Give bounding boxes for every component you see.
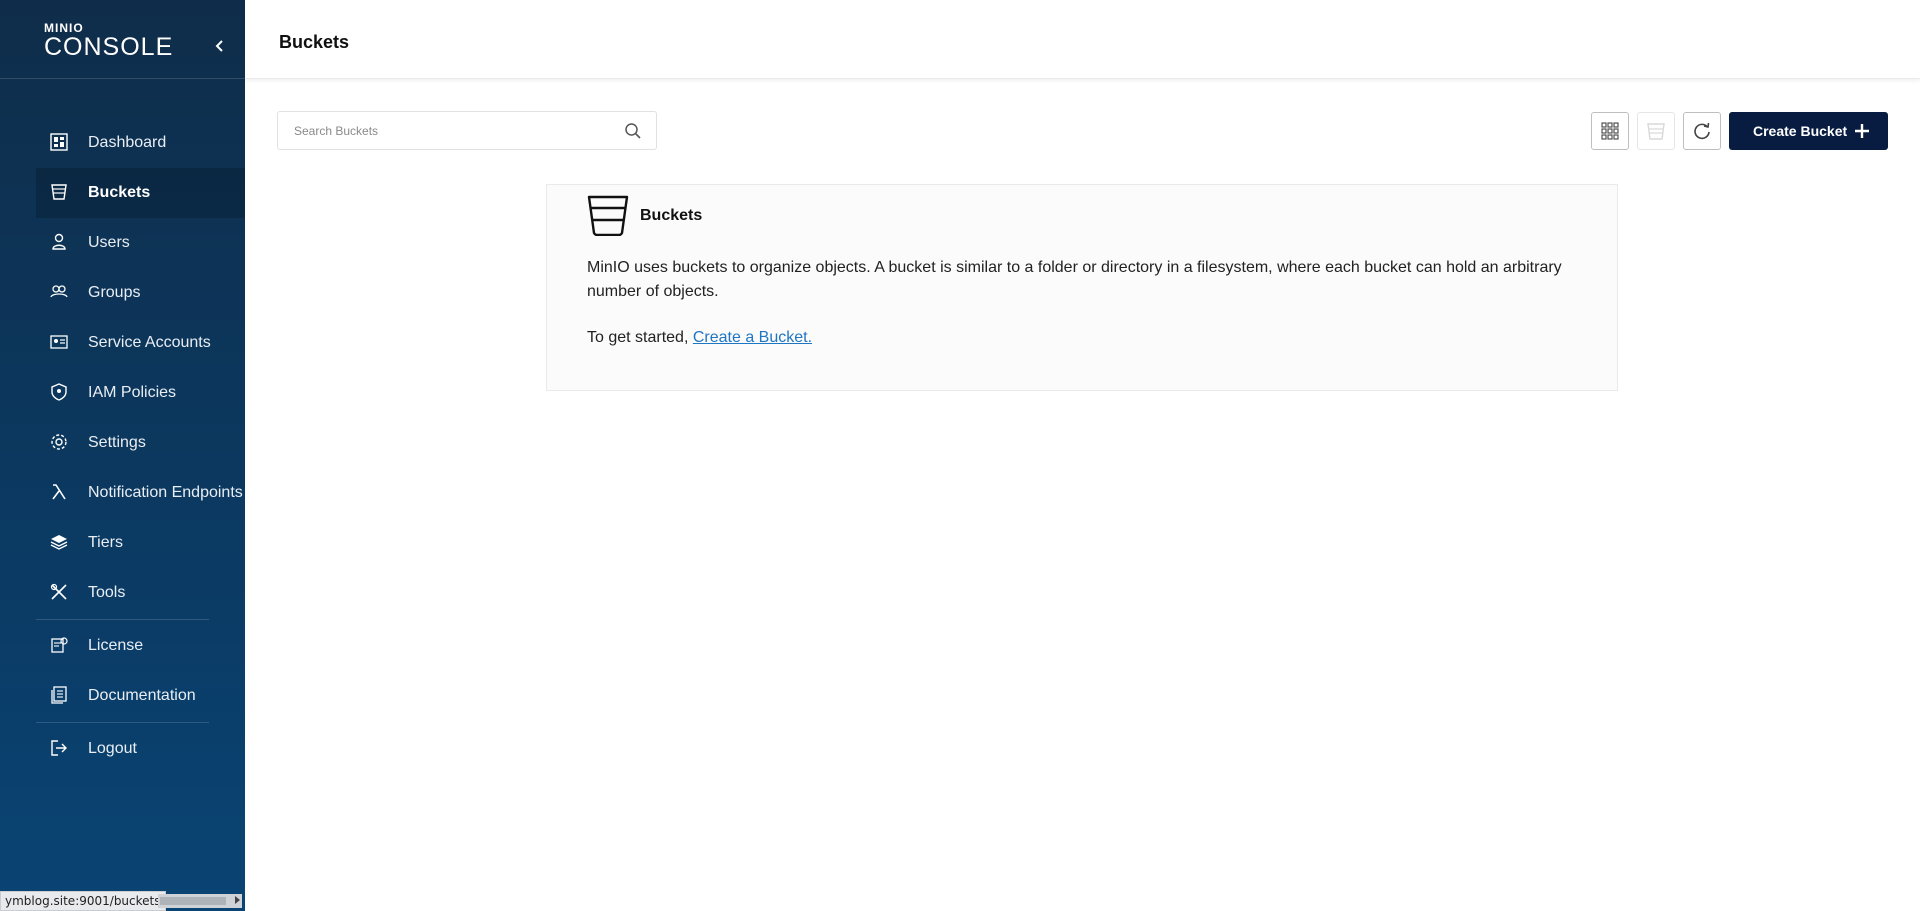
sidebar-item-label: IAM Policies: [88, 384, 177, 401]
brand-logo[interactable]: MINIO CONSOLE: [44, 22, 194, 60]
sidebar-item-label: Dashboard: [88, 134, 167, 151]
sidebar-item-dashboard[interactable]: Dashboard: [36, 118, 245, 168]
card-title: Buckets: [640, 207, 703, 224]
status-bar-url: ymblog.site:9001/buckets: [0, 891, 166, 911]
bucket-icon: [587, 195, 629, 236]
sidebar-item-label: Notification Endpoints: [88, 484, 243, 501]
sidebar-item-documentation[interactable]: Documentation: [36, 671, 245, 721]
documentation-icon: [51, 686, 67, 704]
brand-logo-big: CONSOLE: [44, 33, 174, 61]
buckets-info-card: Buckets MinIO uses buckets to organize o…: [546, 184, 1618, 391]
get-started-prefix: To get started,: [587, 329, 693, 346]
collapse-sidebar-button[interactable]: [210, 36, 230, 56]
service-accounts-icon: [50, 335, 68, 349]
sidebar-item-notification-endpoints[interactable]: Notification Endpoints: [36, 468, 245, 518]
grid-icon: [1601, 122, 1619, 140]
sidebar-item-users[interactable]: Users: [36, 218, 245, 268]
logout-icon: [51, 740, 67, 756]
scrollbar-thumb[interactable]: [160, 897, 226, 905]
user-icon: [52, 233, 66, 250]
brand-divider: [0, 78, 245, 79]
sidebar-item-label: Tools: [88, 584, 126, 601]
sidebar: MINIO CONSOLE Dashboard Buckets Users Gr…: [0, 0, 245, 911]
sidebar-item-label: Settings: [88, 434, 146, 451]
create-bucket-link[interactable]: Create a Bucket.: [693, 329, 812, 346]
create-bucket-label: Create Bucket: [1753, 123, 1848, 139]
get-started-text: To get started, Create a Bucket.: [587, 329, 812, 347]
card-description: MinIO uses buckets to organize objects. …: [587, 259, 1562, 300]
page-header: Buckets: [245, 0, 1920, 79]
sidebar-item-tools[interactable]: Tools: [36, 568, 245, 618]
sidebar-item-iam-policies[interactable]: IAM Policies: [36, 368, 245, 418]
sidebar-item-tiers[interactable]: Tiers: [36, 518, 245, 568]
sidebar-item-label: Service Accounts: [88, 334, 211, 351]
delete-buckets-button[interactable]: [1637, 112, 1675, 150]
chevron-left-icon: [215, 40, 223, 52]
sidebar-item-logout[interactable]: Logout: [36, 724, 245, 774]
sidebar-item-license[interactable]: License: [36, 621, 245, 671]
license-icon: [51, 637, 68, 653]
sidebar-menu: Dashboard Buckets Users Groups Service A…: [36, 118, 245, 774]
create-bucket-button[interactable]: Create Bucket: [1729, 112, 1888, 150]
bucket-icon: [51, 184, 67, 200]
search-icon[interactable]: [624, 122, 642, 140]
grid-view-button[interactable]: [1591, 112, 1629, 150]
search-input[interactable]: [292, 121, 616, 141]
sidebar-item-label: License: [88, 637, 144, 654]
search-box: [277, 111, 657, 150]
page-title: Buckets: [279, 32, 350, 52]
tools-icon: [50, 583, 67, 600]
sidebar-item-label: Tiers: [88, 534, 123, 551]
sidebar-item-label: Buckets: [88, 184, 151, 201]
sidebar-item-settings[interactable]: Settings: [36, 418, 245, 468]
plus-icon: [1855, 124, 1869, 138]
dashboard-icon: [50, 133, 68, 151]
refresh-icon: [1694, 122, 1710, 140]
layers-icon: [50, 535, 68, 550]
refresh-button[interactable]: [1683, 112, 1721, 150]
sidebar-item-buckets[interactable]: Buckets: [36, 168, 245, 218]
sidebar-item-service-accounts[interactable]: Service Accounts: [36, 318, 245, 368]
bucket-delete-icon: [1647, 123, 1665, 140]
lambda-icon: [52, 484, 66, 500]
sidebar-item-label: Logout: [88, 740, 137, 757]
sidebar-divider: [36, 619, 209, 620]
sidebar-item-label: Documentation: [88, 687, 196, 704]
sidebar-divider: [36, 722, 209, 723]
gear-icon: [51, 434, 67, 450]
sidebar-item-groups[interactable]: Groups: [36, 268, 245, 318]
groups-icon: [50, 285, 68, 298]
scroll-right-arrow-icon[interactable]: [235, 896, 240, 904]
sidebar-item-label: Users: [88, 234, 130, 251]
sidebar-item-label: Groups: [88, 284, 141, 301]
shield-icon: [51, 383, 67, 401]
horizontal-scrollbar[interactable]: [158, 894, 242, 908]
